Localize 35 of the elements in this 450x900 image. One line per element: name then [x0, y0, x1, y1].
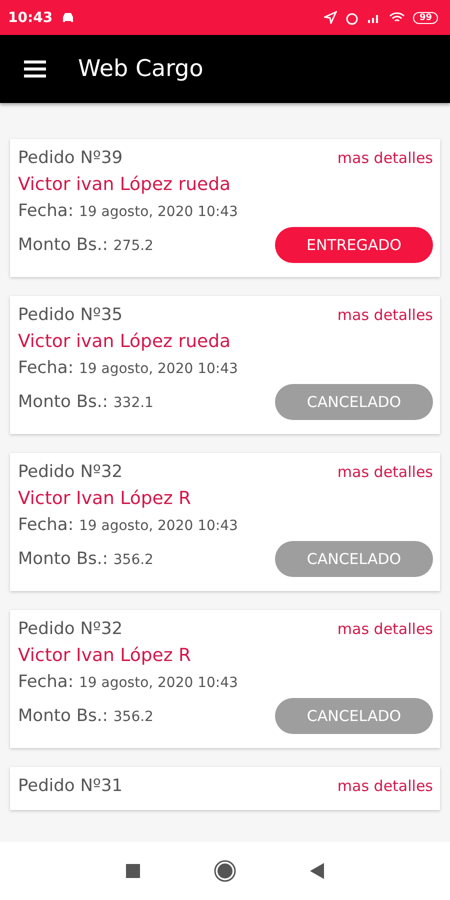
details-link[interactable]: mas detalles: [337, 620, 433, 638]
order-number: Pedido Nº32: [18, 462, 123, 482]
customer-name: Victor ivan López rueda: [18, 174, 232, 195]
status-button[interactable]: CANCELADO: [275, 384, 433, 420]
order-number: Pedido Nº35: [18, 305, 123, 325]
order-amount: Monto Bs.: 356.2: [18, 706, 154, 726]
customer-name: Victor Ivan López R: [18, 645, 192, 666]
battery-level: 99: [413, 12, 438, 24]
status-time: 10:43: [8, 10, 53, 26]
order-number: Pedido Nº39: [18, 148, 123, 168]
back-icon[interactable]: [310, 863, 324, 879]
order-amount: Monto Bs.: 356.2: [18, 549, 154, 569]
status-button[interactable]: CANCELADO: [275, 541, 433, 577]
details-link[interactable]: mas detalles: [337, 149, 433, 167]
order-number: Pedido Nº32: [18, 619, 123, 639]
order-date: Fecha: 19 agosto, 2020 10:43: [18, 201, 239, 221]
details-link[interactable]: mas detalles: [337, 463, 433, 481]
app-title: Web Cargo: [78, 56, 204, 82]
customer-name: Victor Ivan López R: [18, 488, 192, 509]
car-icon: [60, 12, 75, 24]
order-number: Pedido Nº31: [18, 776, 123, 796]
order-date: Fecha: 19 agosto, 2020 10:43: [18, 358, 239, 378]
order-date: Fecha: 19 agosto, 2020 10:43: [18, 672, 239, 692]
order-amount: Monto Bs.: 332.1: [18, 392, 154, 412]
order-date: Fecha: 19 agosto, 2020 10:43: [18, 515, 239, 535]
details-link[interactable]: mas detalles: [337, 306, 433, 324]
wifi-icon: [389, 12, 406, 24]
status-button[interactable]: ENTREGADO: [275, 227, 433, 263]
details-link[interactable]: mas detalles: [337, 777, 433, 795]
menu-button[interactable]: [22, 58, 48, 80]
customer-name: Victor ivan López rueda: [18, 331, 232, 352]
order-amount: Monto Bs.: 275.2: [18, 235, 154, 255]
home-icon[interactable]: [214, 860, 236, 882]
status-button[interactable]: CANCELADO: [275, 698, 433, 734]
location-arrow-icon: [324, 11, 338, 24]
